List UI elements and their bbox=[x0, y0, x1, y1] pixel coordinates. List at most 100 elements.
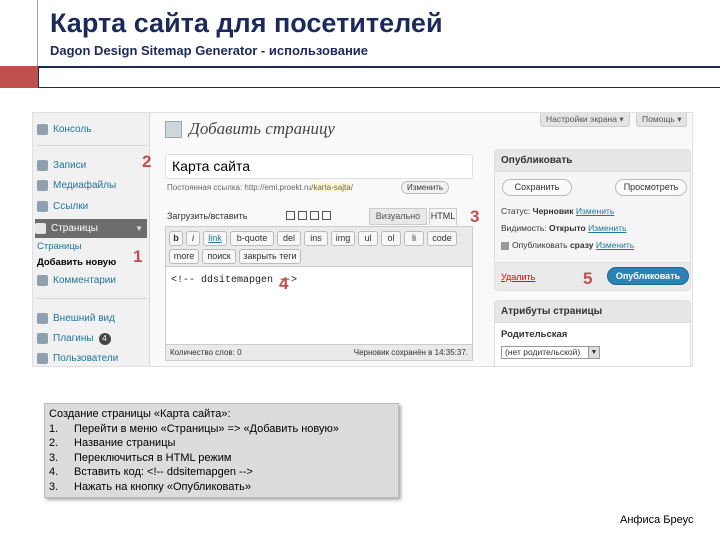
quicktag-search-button[interactable]: поиск bbox=[202, 249, 236, 264]
word-count: Количество слов: 0 bbox=[170, 348, 242, 357]
plugins-update-badge: 4 bbox=[98, 332, 111, 345]
menu-item-users[interactable]: Пользователи bbox=[37, 349, 147, 366]
step-number: 3. bbox=[49, 480, 59, 493]
parent-label: Родительская bbox=[501, 329, 568, 340]
visibility-change-link[interactable]: Изменить bbox=[588, 223, 626, 233]
chevron-down-icon: ▼ bbox=[135, 224, 143, 233]
plugins-icon bbox=[37, 333, 48, 344]
visibility-row: Видимость: Открыто Изменить bbox=[501, 223, 626, 233]
menu-item-label: Пользователи bbox=[53, 353, 119, 364]
quicktag-blockquote-button[interactable]: b-quote bbox=[230, 231, 274, 246]
calendar-icon bbox=[501, 241, 509, 250]
quicktag-li-button[interactable]: li bbox=[404, 231, 424, 246]
permalink-slug[interactable]: karta-sajta bbox=[313, 183, 351, 192]
permalink: Постоянная ссылка: http://emi.proekt.ru/… bbox=[167, 183, 353, 192]
instruction-step: 3. Нажать на кнопку «Опубликовать» bbox=[49, 480, 394, 495]
save-draft-button[interactable]: Сохранить bbox=[502, 179, 572, 196]
page-attributes-title[interactable]: Атрибуты страницы bbox=[495, 301, 690, 323]
parent-select[interactable]: (нет родительской) ▼ bbox=[501, 346, 600, 359]
visibility-label: Видимость: bbox=[501, 223, 547, 233]
step-text: Нажать на кнопку «Опубликовать» bbox=[74, 480, 251, 493]
menu-item-label: Консоль bbox=[53, 124, 92, 135]
menu-item-label: Записи bbox=[53, 160, 87, 171]
visibility-value: Открыто bbox=[549, 223, 586, 233]
publish-box-actions: Удалить Опубликовать bbox=[495, 262, 690, 290]
instruction-step: 1. Перейти в меню «Страницы» => «Добавит… bbox=[49, 422, 394, 437]
step-number: 4. bbox=[49, 466, 59, 478]
tab-html[interactable]: HTML bbox=[429, 208, 457, 225]
menu-item-media[interactable]: Медиафайлы bbox=[37, 176, 147, 195]
menu-item-comments[interactable]: Комментарии bbox=[37, 271, 147, 290]
marker-2: 2 bbox=[142, 152, 152, 171]
status-value: Черновик bbox=[532, 206, 574, 216]
schedule-row: Опубликовать сразу Изменить bbox=[501, 240, 634, 250]
step-text: Вставить код: <!-- ddsitemapgen --> bbox=[74, 466, 253, 478]
quicktag-ol-button[interactable]: ol bbox=[381, 231, 401, 246]
image-upload-icon[interactable] bbox=[286, 211, 295, 220]
help-button[interactable]: Помощь ▾ bbox=[636, 113, 688, 127]
schedule-value: сразу bbox=[569, 240, 594, 250]
menu-item-plugins[interactable]: Плагины 4 bbox=[37, 329, 147, 348]
status-row: Статус: Черновик Изменить bbox=[501, 206, 614, 216]
editor-footer: Количество слов: 0 Черновик сохранён в 1… bbox=[166, 344, 472, 360]
status-label: Статус: bbox=[501, 206, 531, 216]
publish-box-title[interactable]: Опубликовать bbox=[495, 150, 690, 172]
media-icon bbox=[37, 180, 48, 191]
pages-icon bbox=[35, 223, 46, 234]
page-title-input[interactable]: Карта сайта bbox=[165, 154, 473, 179]
quicktag-ins-button[interactable]: ins bbox=[304, 231, 328, 246]
menu-separator bbox=[37, 298, 147, 299]
wordpress-screenshot: Консоль Записи Медиафайлы Ссылки Страниц… bbox=[32, 112, 693, 367]
marker-1: 1 bbox=[133, 247, 143, 266]
marker-3: 3 bbox=[470, 207, 480, 226]
submenu-item-pages[interactable]: Страницы bbox=[37, 241, 82, 252]
appearance-icon bbox=[37, 313, 48, 324]
menu-item-appearance[interactable]: Внешний вид bbox=[37, 309, 147, 328]
content-editor: b i link b-quote del ins img ul ol li co… bbox=[165, 226, 473, 361]
quicktag-bold-button[interactable]: b bbox=[169, 231, 183, 246]
preview-button[interactable]: Просмотреть bbox=[615, 179, 687, 196]
users-icon bbox=[37, 353, 48, 364]
quicktag-more-button[interactable]: more bbox=[169, 249, 199, 264]
quicktag-close-tags-button[interactable]: закрыть теги bbox=[239, 249, 301, 264]
menu-item-links[interactable]: Ссылки bbox=[37, 197, 147, 216]
links-icon bbox=[37, 201, 48, 212]
step-text: Название страницы bbox=[74, 437, 176, 449]
page-icon bbox=[165, 121, 182, 138]
comments-icon bbox=[37, 275, 48, 286]
quicktag-img-button[interactable]: img bbox=[331, 231, 355, 246]
audio-upload-icon[interactable] bbox=[310, 211, 319, 220]
permalink-suffix: / bbox=[350, 183, 353, 192]
marker-5: 5 bbox=[583, 269, 593, 288]
status-change-link[interactable]: Изменить bbox=[576, 206, 614, 216]
dashboard-icon bbox=[37, 124, 48, 135]
submenu-item-add-new[interactable]: Добавить новую bbox=[37, 257, 116, 268]
menu-item-posts[interactable]: Записи bbox=[37, 156, 147, 175]
menu-item-pages[interactable]: Страницы ▼ bbox=[35, 219, 147, 238]
tab-visual[interactable]: Визуально bbox=[369, 208, 427, 225]
quicktag-code-button[interactable]: code bbox=[427, 231, 457, 246]
quicktag-italic-button[interactable]: i bbox=[186, 231, 200, 246]
instruction-step: 3. Переключиться в HTML режим bbox=[49, 451, 394, 466]
slide-subtitle: Dagon Design Sitemap Generator - использ… bbox=[50, 43, 369, 58]
publish-box: Опубликовать Сохранить Просмотреть Стату… bbox=[494, 149, 691, 291]
instructions-box: Создание страницы «Карта сайта»: 1. Пере… bbox=[44, 403, 399, 498]
screen-options-button[interactable]: Настройки экрана ▾ bbox=[540, 113, 630, 127]
permalink-edit-button[interactable]: Изменить bbox=[401, 181, 450, 194]
menu-item-label: Внешний вид bbox=[53, 313, 115, 324]
quicktag-ul-button[interactable]: ul bbox=[358, 231, 378, 246]
delete-link[interactable]: Удалить bbox=[501, 272, 535, 282]
step-number: 1. bbox=[49, 422, 59, 435]
schedule-label: Опубликовать bbox=[512, 240, 568, 250]
quicktag-del-button[interactable]: del bbox=[277, 231, 301, 246]
schedule-change-link[interactable]: Изменить bbox=[596, 240, 634, 250]
quicktag-link-button[interactable]: link bbox=[203, 231, 227, 246]
menu-item-label: Ссылки bbox=[53, 201, 89, 212]
publish-button[interactable]: Опубликовать bbox=[607, 267, 689, 285]
header-rule-bottom bbox=[38, 87, 720, 88]
media-upload-icon[interactable] bbox=[322, 211, 331, 220]
menu-item-dashboard[interactable]: Консоль bbox=[37, 120, 147, 139]
video-upload-icon[interactable] bbox=[298, 211, 307, 220]
parent-select-value: (нет родительской) bbox=[505, 347, 581, 357]
header-rule-top bbox=[38, 66, 720, 68]
